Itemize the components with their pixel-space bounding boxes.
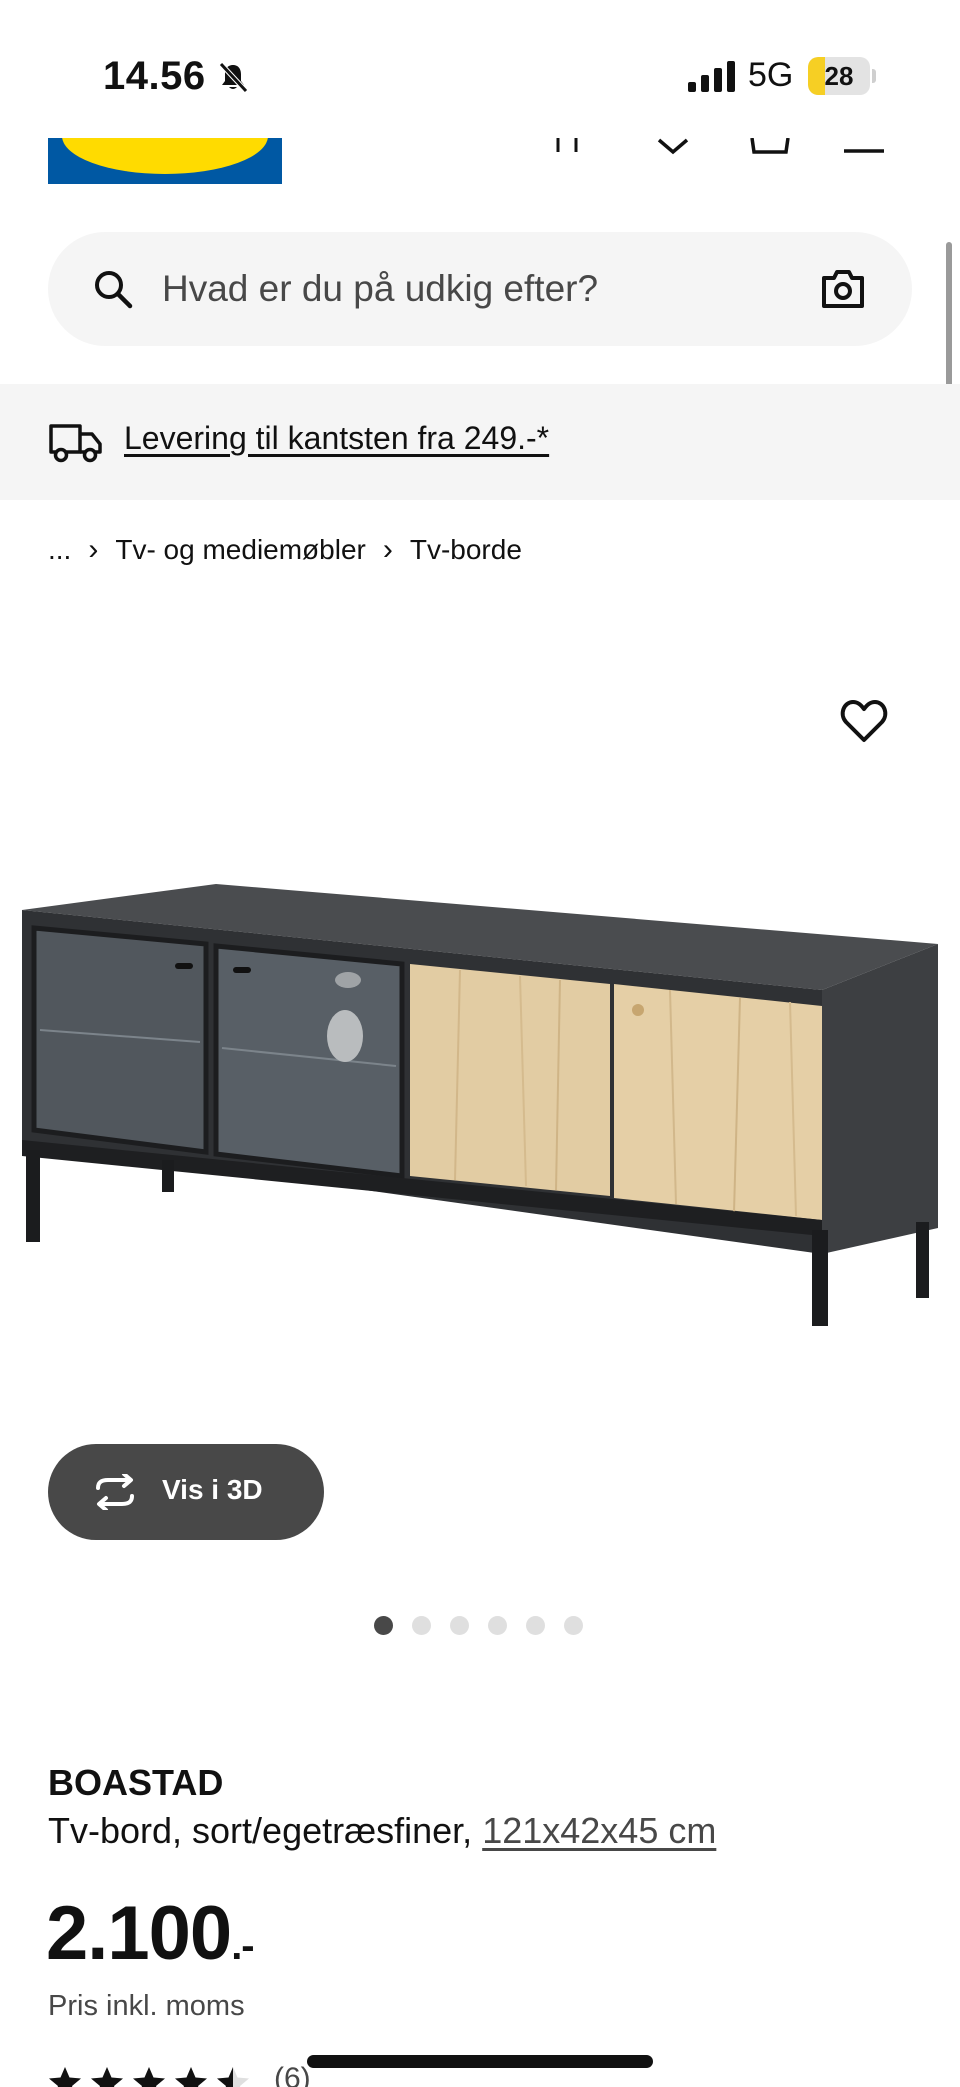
view-3d-button[interactable]: Vis i 3D <box>48 1444 324 1540</box>
view-3d-label: Vis i 3D <box>162 1474 263 1505</box>
status-time: 14.56 <box>103 54 206 98</box>
rating-stars[interactable] <box>48 2066 250 2087</box>
camera-icon[interactable] <box>820 268 866 310</box>
truck-icon <box>49 424 102 463</box>
star-icon <box>49 2067 81 2087</box>
carousel-dot[interactable] <box>450 1616 469 1635</box>
rating-count[interactable]: (6) <box>274 2062 311 2087</box>
product-type: Tv-bord, sort/egetræsfiner, <box>48 1810 473 1851</box>
breadcrumb-ellipsis[interactable]: ... <box>48 534 71 566</box>
product-dimensions-link[interactable]: 121x42x45 cm <box>482 1810 716 1851</box>
heart-icon[interactable] <box>840 698 888 744</box>
search-input[interactable] <box>162 256 802 322</box>
price-note: Pris inkl. moms <box>48 1990 245 2022</box>
carousel-dot[interactable] <box>526 1616 545 1635</box>
search-icon[interactable] <box>92 268 134 310</box>
carousel-dot[interactable] <box>374 1616 393 1635</box>
product-page: 14.56 5G 28 Hvad er du på udkig efter? L… <box>0 0 960 2087</box>
battery-percent: 28 <box>824 61 854 91</box>
product-image[interactable] <box>0 860 960 1350</box>
carousel-dot[interactable] <box>488 1616 507 1635</box>
user-icon[interactable] <box>552 138 582 158</box>
product-description: Tv-bord, sort/egetræsfiner, 121x42x45 cm <box>48 1810 716 1852</box>
breadcrumb: ... › Tv- og mediemøbler › Tv-borde <box>48 530 522 570</box>
signal-icon <box>688 61 735 92</box>
carousel-dots <box>374 1616 583 1635</box>
chevron-right-icon: › <box>382 533 393 566</box>
product-name: BOASTAD <box>48 1762 224 1803</box>
delivery-link[interactable]: Levering til kantsten fra 249.-* <box>124 420 549 457</box>
network-type: 5G <box>748 56 794 94</box>
breadcrumb-item-tv-mediemobler[interactable]: Tv- og mediemøbler <box>115 534 366 566</box>
menu-icon[interactable] <box>844 138 884 158</box>
chevron-right-icon: › <box>88 533 99 566</box>
cart-icon[interactable] <box>748 138 792 158</box>
search-bar[interactable] <box>48 232 912 346</box>
bell-slash-icon <box>219 62 248 93</box>
carousel-dot[interactable] <box>564 1616 583 1635</box>
star-icon <box>175 2067 207 2087</box>
delivery-banner: Levering til kantsten fra 249.-* <box>0 384 960 500</box>
star-icon <box>217 2067 249 2087</box>
carousel-dot[interactable] <box>412 1616 431 1635</box>
star-icon <box>133 2067 165 2087</box>
star-icon <box>91 2067 123 2087</box>
rotate-3d-icon <box>96 1474 134 1510</box>
breadcrumb-item-tv-borde[interactable]: Tv-borde <box>410 534 522 566</box>
ikea-logo[interactable] <box>48 138 282 184</box>
product-price: 2.100.- <box>46 1890 255 1977</box>
price-suffix: .- <box>231 1924 254 1968</box>
price-main: 2.100 <box>46 1891 232 1976</box>
home-indicator[interactable] <box>307 2055 653 2068</box>
battery-icon: 28 <box>808 57 876 95</box>
heart-header-icon[interactable] <box>656 138 690 158</box>
